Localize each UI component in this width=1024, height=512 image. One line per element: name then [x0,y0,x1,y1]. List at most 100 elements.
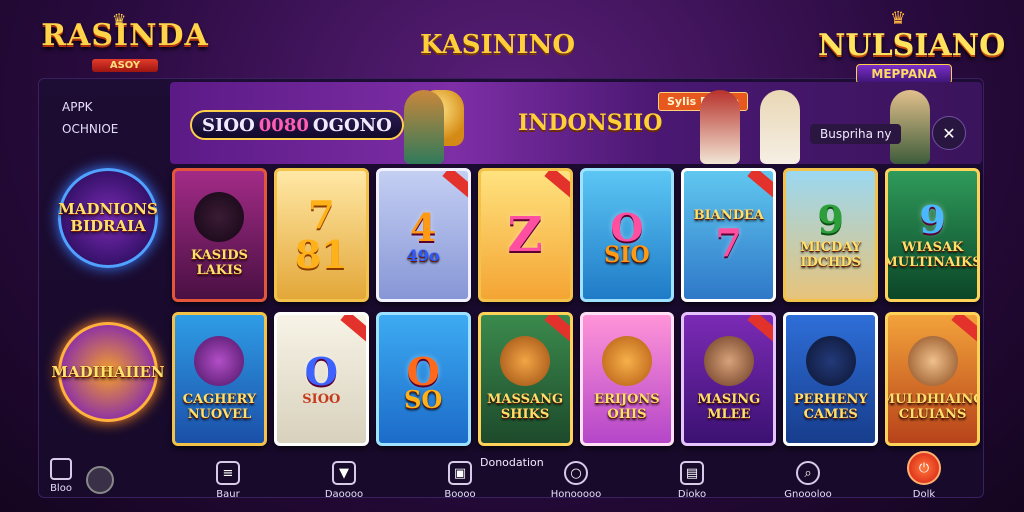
nav-item-2[interactable]: ▼ Daoooo [286,450,402,506]
tools-icon[interactable]: ✕ [932,116,966,150]
game-tile[interactable]: MASSANG SHIKS [477,312,573,446]
game-tile-label: PERHENY CAMES [793,392,868,422]
search-icon: ⌕ [796,461,820,485]
ribbon-icon [543,315,570,344]
jackpot-prefix: SIOO [202,114,255,136]
game-tile[interactable]: ERIJONS OHIS [579,312,675,446]
game-tile[interactable]: 4 49o [375,168,471,302]
game-tile[interactable]: CAGHERY NUOVEL [172,312,267,446]
nav-item-label: Honooooo [550,489,602,500]
game-tile[interactable]: O SIOO [273,312,369,446]
game-tile[interactable]: Z [477,168,573,302]
sidebar-promo-2-label: MADIHAIIEN [51,362,165,381]
menu-icon: ≡ [216,461,240,485]
banner-character [760,90,800,164]
game-tile[interactable]: O SIO [579,168,675,302]
ribbon-icon [951,315,978,344]
nav-item-label: Dioko [677,489,707,500]
banner-character [404,90,444,164]
nav-item-left-2[interactable] [86,466,114,494]
game-tile-label: SIOO [302,391,341,407]
game-tile[interactable]: PERHENY CAMES [783,312,879,446]
game-tile-number: Z [507,207,543,263]
game-tile-number: 7 81 [294,192,348,277]
jackpot-suffix: OGONO [312,114,392,136]
nav-item-label: Boooo [444,489,476,500]
crown-icon: ♛ [112,10,127,29]
banner-title: INDONSIIO [518,110,663,136]
game-tile[interactable]: MULDHIAING CLUIANS [885,312,980,446]
game-tile-art [194,336,245,386]
game-tile-label: SIO [604,241,650,268]
crown-icon: ♛ [890,8,907,29]
sidebar-promo-1-label: MADNIONS BIDRAIA [58,200,158,235]
game-tile[interactable]: 9 WIASAK MULTINAIKS [885,168,980,302]
game-tile-label: WIASAK MULTINAIKS [885,240,980,270]
shield-icon: ▼ [332,461,356,485]
game-tile[interactable]: KASIDS LAKIS [172,168,267,302]
game-tile-label: MASING MLEE [697,392,761,422]
game-tile[interactable]: MASING MLEE [681,312,777,446]
power-icon: ⏻ [907,451,941,485]
bottom-nav: ≡ Baur ▼ Daoooo ▣ Boooo ○ Honooooo ▤ Dio… [170,450,982,506]
sidebar-label-2: OCHNIOE [62,122,119,136]
brand-logo-left[interactable]: ♛ RASINDA ASOY [40,10,210,92]
game-tile-art [500,336,551,386]
wallet-icon: ▤ [680,461,704,485]
sidebar-label-1: APPK [62,100,93,114]
game-tile[interactable]: 9 MICDAY IDCHDS [783,168,879,302]
ribbon-icon [747,315,774,344]
game-tile-number: O [304,348,338,394]
nav-item-left-1[interactable]: Bloo [50,458,72,494]
game-tile-number: 9 [919,197,946,242]
game-tile-label: SO [404,384,443,414]
nav-item-label: Gnoooloo [784,489,832,500]
nav-item-6[interactable]: ⌕ Gnoooloo [750,450,866,506]
game-tile-label: MICDAY IDCHDS [800,240,862,270]
nav-item-label: Daoooo [324,489,364,500]
game-tile-number: 9 [817,197,844,242]
nav-item-1[interactable]: ≡ Baur [170,450,286,506]
game-tile-label: ERIJONS OHIS [594,392,660,422]
game-tile[interactable]: BIANDEA 7 [681,168,777,302]
game-tile-art [601,336,652,386]
game-tile-art [703,336,754,386]
game-tile[interactable]: O SO [375,312,471,446]
brand-logo-right-title: NULSIANO [818,28,1006,63]
nav-item-label: Baur [216,489,240,500]
promo-banner[interactable]: SIOO 0080 OGONO INDONSIIO Sylis Ruilda B… [170,82,982,164]
sidebar-promo-2[interactable]: MADIHAIIEN [51,322,165,422]
app-title: KASININO [420,30,575,60]
coin-icon: ○ [564,461,588,485]
game-tile-label: MASSANG SHIKS [487,392,564,422]
banner-chip[interactable]: Buspriha ny [810,124,902,144]
nav-item-label: Dolk [912,489,936,500]
nav-item-5[interactable]: ▤ Dioko [634,450,750,506]
game-grid: KASIDS LAKIS 7 81 4 49o Z O SIO BIANDEA … [172,168,980,446]
nav-item-7[interactable]: ⏻ Dolk [866,450,982,506]
nav-item-3[interactable]: ▣ Boooo [402,450,518,506]
game-tile[interactable]: 7 81 [273,168,369,302]
banner-character [700,90,740,164]
game-tile-label: CAGHERY NUOVEL [182,392,257,422]
ribbon-icon [543,171,570,200]
game-tile-art [907,336,958,386]
brand-logo-right-ribbon: MEPPANA [856,64,952,84]
ribbon-icon [747,171,774,200]
nav-item-label: Bloo [50,483,72,494]
brand-logo-left-ribbon: ASOY [91,59,159,72]
game-tile-art [194,192,245,242]
game-tile-label: 49o [406,245,440,265]
nav-item-4[interactable]: ○ Honooooo [518,450,634,506]
bottom-nav-left: Bloo [50,458,114,494]
game-tile-number: 4 [409,204,437,250]
sidebar-promo-1[interactable]: MADNIONS BIDRAIA [58,168,158,268]
game-tile-label: MULDHIAING CLUIANS [885,392,980,422]
gift-icon: ▣ [448,461,472,485]
game-tile-number: 7 [715,219,743,265]
game-tile-art [805,336,856,386]
ribbon-icon [441,171,468,200]
ribbon-icon [340,315,366,344]
jackpot-value: 0080 [258,114,309,136]
game-tile-label: KASIDS LAKIS [190,248,248,278]
